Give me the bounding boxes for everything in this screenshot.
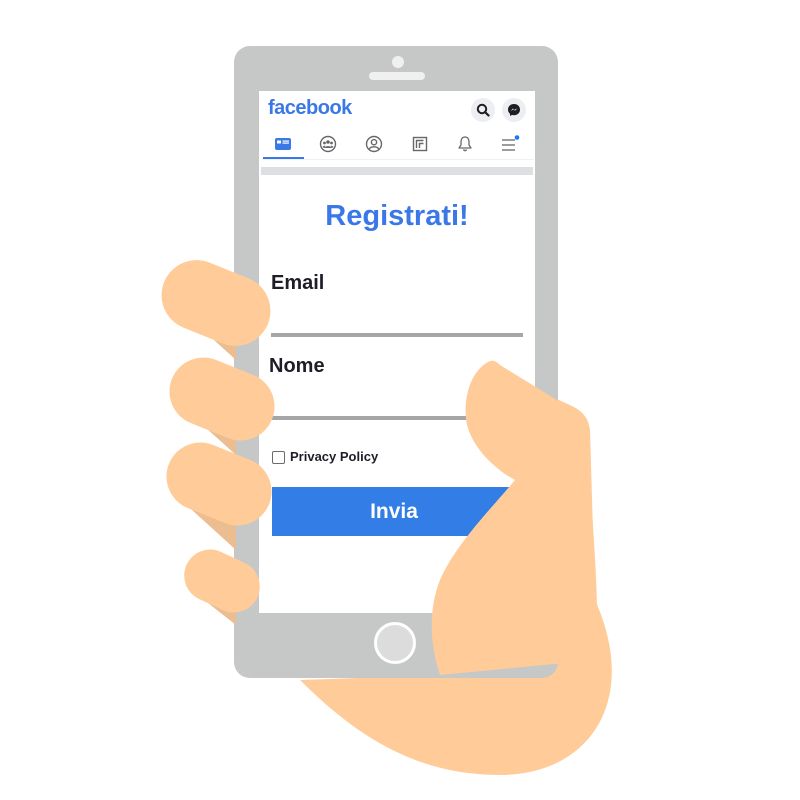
messenger-button[interactable]	[502, 98, 526, 122]
earpiece-speaker	[369, 72, 425, 80]
facebook-logo[interactable]: facebook	[268, 97, 352, 120]
privacy-policy-label[interactable]: Privacy Policy	[290, 449, 378, 464]
nav-divider	[262, 159, 534, 160]
search-button[interactable]	[471, 98, 495, 122]
groups-icon	[319, 135, 337, 153]
email-label: Email	[271, 272, 325, 294]
form-title: Registrati!	[325, 200, 469, 232]
tab-groups[interactable]	[318, 134, 338, 154]
front-camera	[392, 56, 404, 68]
tab-profile[interactable]	[364, 134, 384, 154]
tab-gaming[interactable]	[410, 134, 430, 154]
submit-button[interactable]: Invia	[272, 487, 516, 536]
news-feed-icon	[275, 138, 291, 150]
notification-dot	[514, 135, 520, 140]
name-label: Nome	[269, 355, 325, 377]
tab-news-feed[interactable]	[273, 134, 293, 154]
privacy-policy-checkbox[interactable]	[272, 451, 285, 464]
name-field[interactable]	[271, 416, 523, 420]
menu-icon	[502, 135, 520, 151]
gaming-icon	[412, 136, 428, 152]
messenger-icon	[508, 104, 520, 116]
profile-icon	[365, 135, 383, 153]
tab-notifications[interactable]	[455, 134, 475, 154]
bell-icon	[458, 136, 472, 152]
content-separator	[261, 167, 533, 175]
search-icon	[476, 103, 490, 117]
tab-menu[interactable]	[500, 134, 520, 154]
email-field[interactable]	[271, 333, 523, 337]
home-button[interactable]	[374, 622, 416, 664]
